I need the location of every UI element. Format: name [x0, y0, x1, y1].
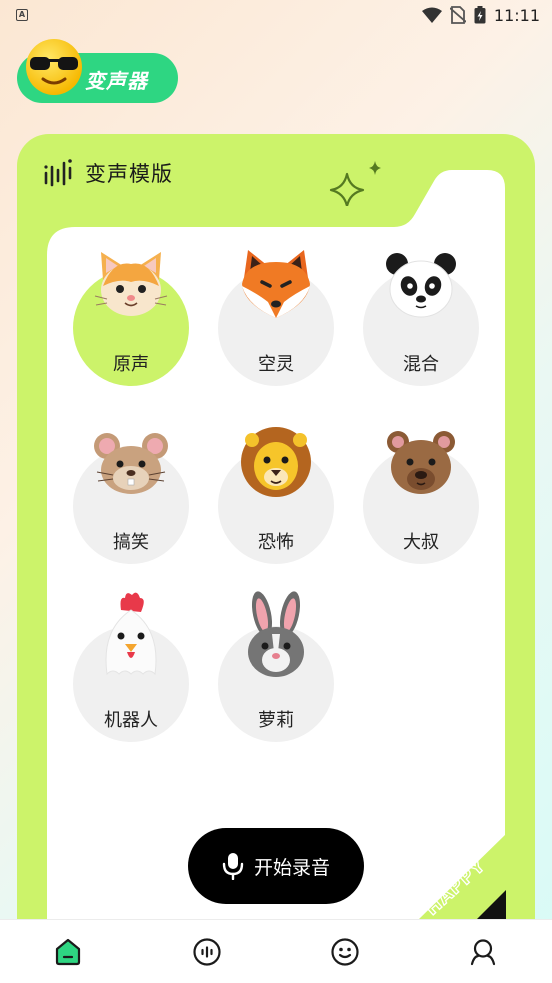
- voice-label: 萝莉: [258, 710, 294, 731]
- voice-label: 大叔: [403, 532, 439, 553]
- microphone-icon: [222, 853, 244, 880]
- start-recording-label: 开始录音: [253, 856, 330, 879]
- voice-option-loli[interactable]: 萝莉: [218, 591, 334, 782]
- bottom-navigation: [0, 919, 552, 983]
- happy-corner-decoration: HAPPY: [418, 834, 506, 920]
- home-icon: [55, 938, 81, 966]
- status-right: 11:11: [421, 5, 540, 25]
- profile-icon: [470, 939, 496, 966]
- voice-option-uncle[interactable]: 大叔: [363, 424, 479, 604]
- wifi-icon: [421, 7, 442, 23]
- notification-icon: A: [16, 9, 28, 21]
- voice-label: 空灵: [258, 354, 294, 375]
- rabbit-face-icon: [248, 591, 304, 677]
- voice-label: 原声: [113, 354, 149, 375]
- status-bar: A 11:11: [0, 0, 552, 30]
- nav-tab-home[interactable]: [50, 934, 86, 970]
- voice-label: 恐怖: [258, 532, 294, 553]
- battery-icon: [474, 6, 486, 24]
- nav-tab-profile[interactable]: [465, 934, 501, 970]
- app-logo-badge: 变声器: [17, 39, 178, 103]
- voice-option-funny[interactable]: 搞笑: [73, 424, 189, 604]
- bear-face-icon: [387, 431, 455, 494]
- app-title: 变声器: [85, 69, 148, 93]
- voice-option-ethereal[interactable]: 空灵: [218, 246, 334, 426]
- lion-face-icon: [241, 427, 311, 497]
- voice-option-horror[interactable]: 恐怖: [218, 424, 334, 604]
- cat-face-icon: [94, 252, 168, 316]
- chicken-face-icon: [105, 592, 157, 676]
- voice-label: 搞笑: [113, 532, 149, 553]
- voice-option-mixed[interactable]: 混合: [363, 246, 479, 426]
- start-recording-button[interactable]: 开始录音: [188, 828, 364, 904]
- voice-option-original[interactable]: 原声: [73, 246, 189, 426]
- nav-tab-voice[interactable]: [189, 934, 225, 970]
- smiley-icon: [331, 938, 359, 966]
- fox-face-icon: [242, 250, 310, 318]
- status-left: A: [16, 9, 28, 21]
- voice-bubble-icon: [193, 938, 221, 966]
- sunglasses-face-icon: [26, 39, 82, 95]
- mouse-face-icon: [94, 433, 168, 494]
- no-sim-icon: [449, 6, 466, 24]
- voice-option-robot[interactable]: 机器人: [73, 592, 189, 782]
- panda-face-icon: [386, 253, 456, 318]
- clock: 11:11: [493, 5, 540, 25]
- voice-label: 混合: [403, 354, 439, 375]
- nav-tab-emoji[interactable]: [327, 934, 363, 970]
- voice-label: 机器人: [104, 710, 158, 731]
